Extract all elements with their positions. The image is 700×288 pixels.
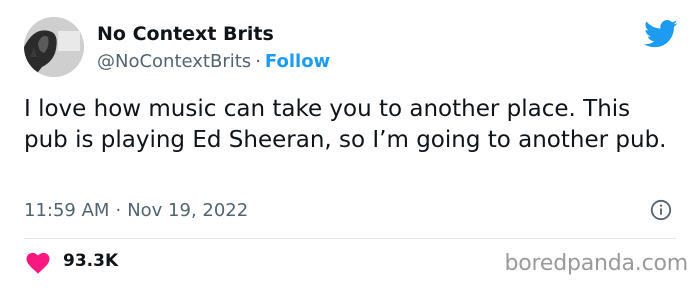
tweet-date[interactable]: Nov 19, 2022 xyxy=(127,200,248,221)
avatar-image xyxy=(24,17,84,77)
handle-separator: · xyxy=(255,51,261,72)
tweet-card: No Context Brits @NoContextBrits · Follow … xyxy=(0,0,700,288)
heart-icon[interactable] xyxy=(26,252,50,274)
tweet-text: I love how music can take you to another… xyxy=(24,96,667,153)
tweet-timestamp-row: 11:59 AM · Nov 19, 2022 xyxy=(24,200,248,221)
twitter-bird-icon[interactable] xyxy=(644,19,678,49)
divider xyxy=(24,238,676,239)
watermark: boredpanda.com xyxy=(504,251,688,276)
tweet-time[interactable]: 11:59 AM xyxy=(24,200,109,221)
author-handle[interactable]: @NoContextBrits xyxy=(97,51,251,72)
follow-button[interactable]: Follow xyxy=(265,51,330,72)
timestamp-separator: · xyxy=(115,200,122,221)
author-handle-row: @NoContextBrits · Follow xyxy=(97,51,330,72)
info-icon[interactable] xyxy=(650,199,672,221)
author-display-name[interactable]: No Context Brits xyxy=(97,23,274,45)
like-count[interactable]: 93.3K xyxy=(63,251,118,271)
avatar[interactable] xyxy=(24,17,84,77)
